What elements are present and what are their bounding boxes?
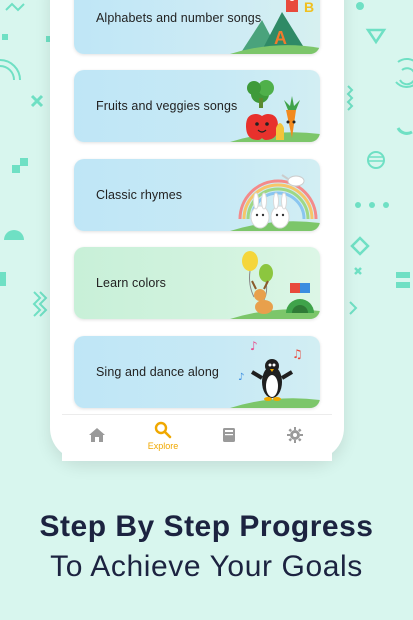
song-card-label: Learn colors: [96, 276, 166, 290]
book-icon: [223, 428, 235, 442]
song-card-fruits[interactable]: Fruits and veggies songs: [74, 70, 320, 142]
svg-text:♫: ♫: [292, 347, 303, 361]
svg-text:♪: ♪: [238, 372, 244, 383]
fruits-veggies-illustration: [230, 80, 320, 142]
balloons-deer-illustration: [230, 251, 320, 319]
home-icon: [89, 428, 105, 442]
song-card-learn-colors[interactable]: Learn colors: [74, 247, 320, 319]
tab-explore[interactable]: Explore: [130, 415, 196, 461]
song-category-list[interactable]: Alphabets and number songs A B Fruits an…: [62, 0, 332, 414]
promo-subheadline: To Achieve Your Goals: [50, 550, 363, 583]
svg-text:A: A: [274, 28, 287, 48]
bottom-tab-bar: Explore: [62, 414, 332, 461]
tab-home[interactable]: [64, 415, 130, 461]
svg-text:B: B: [304, 0, 314, 15]
tab-library[interactable]: [196, 415, 262, 461]
song-card-classic-rhymes[interactable]: Classic rhymes: [74, 159, 320, 231]
dancing-penguin-illustration: ♪ ♫ ♪: [230, 339, 320, 408]
song-card-label: Classic rhymes: [96, 188, 183, 202]
svg-text:♪: ♪: [250, 339, 258, 353]
song-card-sing-dance[interactable]: Sing and dance along ♪ ♫ ♪: [74, 336, 320, 408]
song-card-label: Fruits and veggies songs: [96, 99, 238, 113]
rabbits-rainbow-illustration: [230, 174, 320, 231]
search-icon: [154, 421, 172, 439]
tab-explore-label: Explore: [147, 441, 179, 451]
promo-headline: Step By Step Progress: [39, 510, 374, 543]
alphabet-rocket-illustration: A B: [230, 0, 320, 54]
song-card-alphabets[interactable]: Alphabets and number songs A B: [74, 0, 320, 54]
song-card-label: Sing and dance along: [96, 365, 219, 379]
gear-icon: [287, 427, 303, 443]
tab-settings[interactable]: [262, 415, 328, 461]
